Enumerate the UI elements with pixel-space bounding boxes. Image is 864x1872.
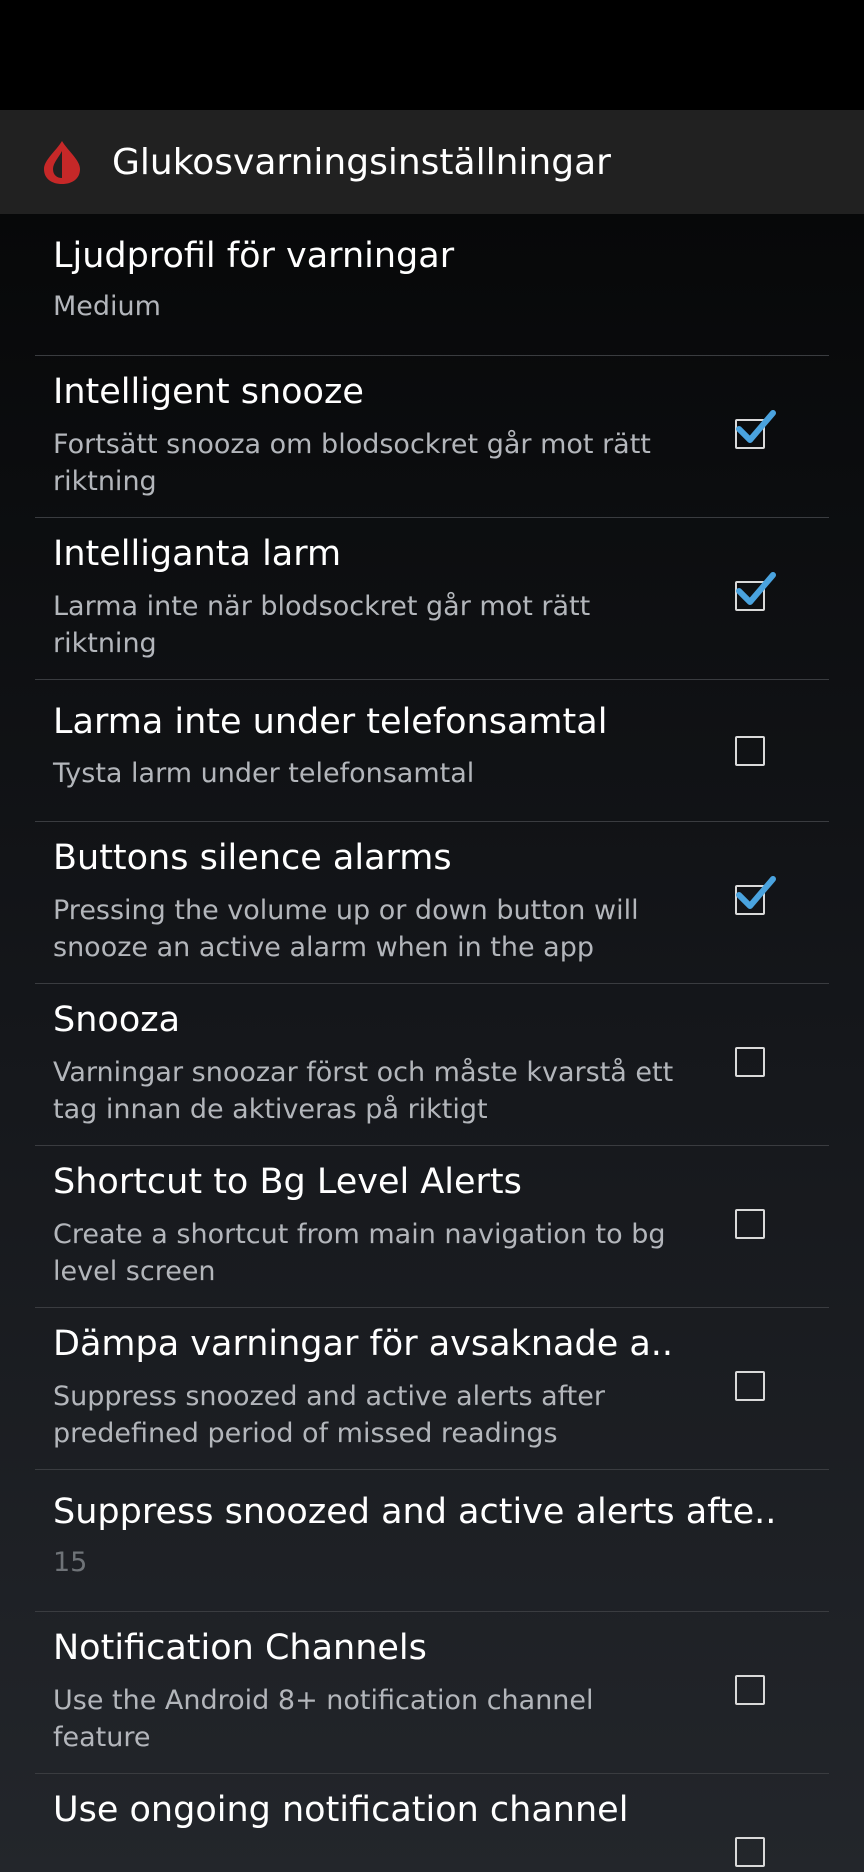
- pref-notification-channels[interactable]: Notification Channels Use the Android 8+…: [35, 1612, 829, 1774]
- pref-summary: Medium: [53, 291, 161, 322]
- pref-title: Shortcut to Bg Level Alerts: [53, 1162, 522, 1202]
- pref-shortcut-bg-level-alerts[interactable]: Shortcut to Bg Level Alerts Create a sho…: [35, 1146, 829, 1308]
- pref-summary: Use the Android 8+ notification channel …: [53, 1685, 594, 1753]
- pref-summary: Tysta larm under telefonsamtal: [53, 758, 475, 789]
- pref-title: Larma inte under telefonsamtal: [53, 702, 608, 742]
- pref-summary: Create a shortcut from main navigation t…: [53, 1219, 666, 1287]
- shortcut-bg-level-alerts-checkbox[interactable]: [735, 1209, 765, 1239]
- pref-suppress-missed-readings[interactable]: Dämpa varningar för avsaknade a.. Suppre…: [35, 1308, 829, 1470]
- app-bar: Glukosvarningsinställningar: [0, 110, 864, 214]
- pref-title: Intelliganta larm: [53, 534, 342, 574]
- pref-summary: Pressing the volume up or down button wi…: [53, 895, 639, 963]
- intelligent-snooze-checkbox[interactable]: [735, 410, 776, 449]
- blood-drop-icon: [38, 138, 86, 186]
- buttons-silence-alarms-checkbox[interactable]: [735, 876, 776, 915]
- pref-summary: 15: [53, 1547, 88, 1578]
- pref-title: Notification Channels: [53, 1628, 427, 1668]
- notification-channels-checkbox[interactable]: [735, 1675, 765, 1705]
- suppress-missed-readings-checkbox[interactable]: [735, 1371, 765, 1401]
- checkmark-icon: [736, 876, 776, 909]
- pref-summary: Fortsätt snooza om blodsockret går mot r…: [53, 429, 651, 497]
- pref-suppress-after-minutes[interactable]: Suppress snoozed and active alerts afte.…: [35, 1470, 829, 1612]
- pref-title: Dämpa varningar för avsaknade a..: [53, 1324, 674, 1364]
- checkmark-icon: [736, 410, 776, 443]
- pref-intelligent-snooze[interactable]: Intelligent snooze Fortsätt snooza om bl…: [35, 356, 829, 518]
- pref-no-alarm-during-calls[interactable]: Larma inte under telefonsamtal Tysta lar…: [35, 680, 829, 822]
- pref-alert-sound-profile[interactable]: Ljudprofil för varningar Medium: [35, 214, 829, 356]
- pref-ongoing-notification-channel[interactable]: Use ongoing notification channel: [35, 1774, 829, 1872]
- intelligent-alarms-checkbox[interactable]: [735, 572, 776, 611]
- pref-summary: Larma inte när blodsockret går mot rätt …: [53, 591, 591, 659]
- status-bar: [0, 0, 864, 110]
- pref-title: Buttons silence alarms: [53, 838, 452, 878]
- settings-list[interactable]: Ljudprofil för varningar Medium Intellig…: [0, 214, 864, 1872]
- pref-intelligent-alarms[interactable]: Intelliganta larm Larma inte när blodsoc…: [35, 518, 829, 680]
- pref-title: Use ongoing notification channel: [53, 1790, 629, 1830]
- pref-snooze[interactable]: Snooza Varningar snoozar först och måste…: [35, 984, 829, 1146]
- pref-title: Suppress snoozed and active alerts afte.…: [53, 1492, 777, 1532]
- ongoing-notification-channel-checkbox[interactable]: [735, 1837, 765, 1867]
- no-alarm-during-calls-checkbox[interactable]: [735, 736, 765, 766]
- page-title: Glukosvarningsinställningar: [112, 141, 611, 183]
- pref-summary: Suppress snoozed and active alerts after…: [53, 1381, 605, 1449]
- checkmark-icon: [736, 572, 776, 605]
- pref-title: Snooza: [53, 1000, 181, 1040]
- pref-buttons-silence-alarms[interactable]: Buttons silence alarms Pressing the volu…: [35, 822, 829, 984]
- pref-summary: Varningar snoozar först och måste kvarst…: [53, 1057, 674, 1125]
- snooze-checkbox[interactable]: [735, 1047, 765, 1077]
- pref-title: Ljudprofil för varningar: [53, 236, 455, 276]
- pref-title: Intelligent snooze: [53, 372, 364, 412]
